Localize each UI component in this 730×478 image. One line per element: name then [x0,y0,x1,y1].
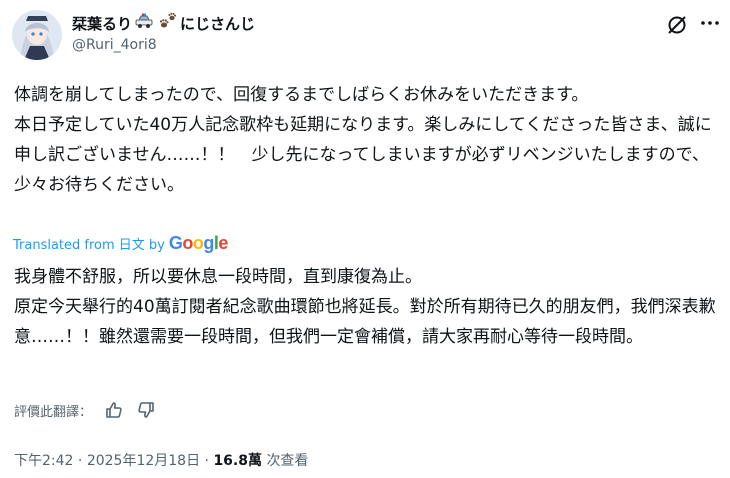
view-count: 16.8萬 [213,453,262,469]
author-handle[interactable]: @Ruri_4ori8 [72,37,157,53]
author-name-row[interactable]: 栞葉るり にじさんじ [72,12,255,34]
meta-separator: · [204,453,209,469]
translated-from-label: Translated from 日文 by [13,238,165,253]
tweet-date[interactable]: 2025年12月18日 [87,453,200,469]
translation-notice[interactable]: Translated from 日文 by Google [13,233,228,254]
paw-prints-icon [158,12,178,34]
rate-translation-label: 評價此翻譯： [14,404,93,420]
avatar[interactable] [12,10,62,60]
police-car-icon [134,13,154,33]
tweet-meta: 下午2:42 · 2025年12月18日 · 16.8萬 次查看 [14,450,308,470]
google-logo: Google [168,233,229,253]
view-count-label: 次查看 [266,453,309,469]
tweet-original-text: 体調を崩してしまったので、回復するまでしばらくお休みをいただきます。 本日予定し… [14,85,712,195]
thumbs-down-icon[interactable] [136,400,156,420]
more-options-icon[interactable] [699,12,721,34]
meta-separator: · [77,453,83,469]
rate-translation-row: 評價此翻譯： [14,400,156,420]
tweet-translated-text: 我身體不舒服，所以要休息一段時間，直到康復為止。 原定今天舉行的40萬訂閱者紀念… [14,267,716,347]
author-name-suffix[interactable]: にじさんじ [180,13,255,34]
tweet-time[interactable]: 下午2:42 [14,453,73,469]
author-display-name[interactable]: 栞葉るり [72,13,132,34]
thumbs-up-icon[interactable] [104,400,124,420]
grok-icon[interactable] [666,14,688,36]
